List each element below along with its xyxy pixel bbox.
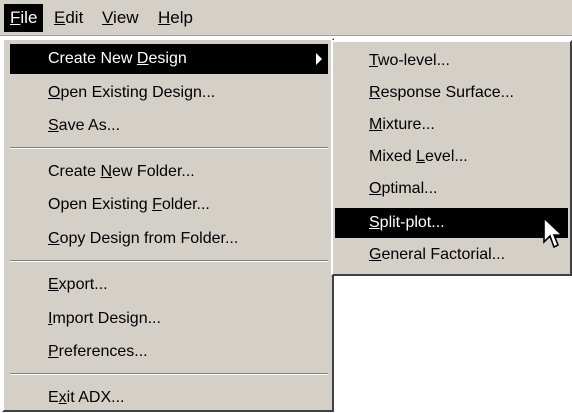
menu-item-label-pre: Create bbox=[48, 163, 101, 180]
menu-item-mnemonic: N bbox=[100, 163, 113, 180]
menu-edit[interactable]: Edit bbox=[48, 4, 89, 32]
menu-item-mnemonic: R bbox=[369, 84, 381, 101]
menu-item-mnemonic: T bbox=[369, 52, 378, 69]
menu-item-label-rest: older... bbox=[161, 196, 210, 213]
menu-separator bbox=[10, 373, 328, 375]
menu-item-mnemonic: x bbox=[58, 389, 67, 406]
menu-item-mnemonic: L bbox=[416, 148, 426, 165]
menu-file[interactable]: File bbox=[4, 4, 44, 32]
mouse-pointer-icon bbox=[543, 216, 564, 249]
menu-item-label-rest: references... bbox=[58, 343, 148, 360]
submenu-item-optimal[interactable]: Optimal... bbox=[335, 174, 568, 204]
menu-item-mnemonic: P bbox=[48, 343, 59, 360]
menu-file-mnemonic: F bbox=[10, 8, 21, 27]
submenu-item-two-level[interactable]: Two-level... bbox=[335, 46, 568, 76]
menu-item-label-rest: it ADX... bbox=[66, 389, 125, 406]
menu-item-mnemonic: D bbox=[136, 50, 149, 67]
menu-item-exit-adx[interactable]: Exit ADX... bbox=[10, 383, 328, 413]
menu-item-mnemonic: S bbox=[369, 214, 380, 231]
menu-file-rest: ile bbox=[20, 8, 38, 27]
menu-item-label-rest: evel... bbox=[425, 148, 468, 165]
menu-item-mnemonic: E bbox=[48, 276, 59, 293]
menu-item-label-rest: esign bbox=[148, 50, 187, 67]
menu-item-create-new-design[interactable]: Create New Design bbox=[10, 44, 328, 74]
menu-item-label-pre: Open Existing bbox=[48, 196, 153, 213]
menu-item-label-rest: opy Design from Folder... bbox=[59, 230, 239, 247]
submenu-item-mixed-level[interactable]: Mixed Level... bbox=[335, 142, 568, 172]
menu-item-label-rest: esponse Surface... bbox=[380, 84, 514, 101]
menu-item-label-rest: ew Folder... bbox=[112, 163, 195, 180]
menu-item-label-pre: E bbox=[48, 389, 59, 406]
create-new-design-submenu: Two-level... Response Surface... Mixture… bbox=[331, 40, 572, 276]
menu-item-mnemonic: C bbox=[48, 230, 60, 247]
menu-item-open-existing-design[interactable]: Open Existing Design... bbox=[10, 78, 328, 108]
menu-item-label-rest: wo-level... bbox=[377, 52, 450, 69]
submenu-item-split-plot[interactable]: Split-plot... bbox=[335, 208, 568, 238]
menu-view-mnemonic: V bbox=[102, 8, 114, 27]
menu-help[interactable]: Help bbox=[152, 4, 199, 32]
menu-item-export[interactable]: Export... bbox=[10, 270, 328, 300]
menu-item-label-rest: pen Existing Design... bbox=[60, 84, 216, 101]
menu-item-label-rest: plit-plot... bbox=[379, 214, 445, 231]
menu-view[interactable]: View bbox=[96, 4, 145, 32]
menu-item-mnemonic: O bbox=[369, 180, 382, 197]
submenu-item-response-surface[interactable]: Response Surface... bbox=[335, 78, 568, 108]
menu-item-label-pre: Mixed bbox=[369, 148, 417, 165]
menu-separator bbox=[10, 260, 328, 262]
menu-item-mnemonic: M bbox=[369, 116, 383, 133]
menu-item-label-rest: ptimal... bbox=[381, 180, 438, 197]
menu-bar: File Edit View Help bbox=[0, 0, 572, 36]
arrow-right-icon bbox=[316, 53, 322, 65]
menu-item-label-rest: eneral Factorial... bbox=[381, 246, 506, 263]
menu-item-label-rest: xport... bbox=[58, 276, 108, 293]
menu-item-mnemonic: S bbox=[48, 117, 59, 134]
menu-item-mnemonic: G bbox=[369, 246, 382, 263]
menu-item-label-rest: mport Design... bbox=[52, 310, 161, 327]
menu-item-label-pre: Create New bbox=[48, 50, 137, 67]
menu-item-mnemonic: F bbox=[152, 196, 162, 213]
menu-item-label-rest: ixture... bbox=[382, 116, 435, 133]
menu-item-preferences[interactable]: Preferences... bbox=[10, 337, 328, 367]
menu-view-rest: iew bbox=[113, 8, 139, 27]
menu-item-open-existing-folder[interactable]: Open Existing Folder... bbox=[10, 190, 328, 220]
menu-item-import-design[interactable]: Import Design... bbox=[10, 304, 328, 334]
file-menu: Create New Design Open Existing Design..… bbox=[2, 38, 334, 412]
menu-item-save-as[interactable]: Save As... bbox=[10, 111, 328, 141]
menu-edit-mnemonic: E bbox=[54, 8, 66, 27]
menu-help-mnemonic: H bbox=[158, 8, 171, 27]
menu-separator bbox=[10, 147, 328, 149]
menu-item-label-rest: ave As... bbox=[58, 117, 121, 134]
menu-item-copy-design-from-folder[interactable]: Copy Design from Folder... bbox=[10, 224, 328, 254]
menu-edit-rest: dit bbox=[65, 8, 84, 27]
submenu-item-general-factorial[interactable]: General Factorial... bbox=[335, 240, 568, 270]
submenu-item-mixture[interactable]: Mixture... bbox=[335, 110, 568, 140]
menu-item-create-new-folder[interactable]: Create New Folder... bbox=[10, 157, 328, 187]
menu-help-rest: elp bbox=[170, 8, 193, 27]
menu-item-mnemonic: O bbox=[48, 84, 61, 101]
